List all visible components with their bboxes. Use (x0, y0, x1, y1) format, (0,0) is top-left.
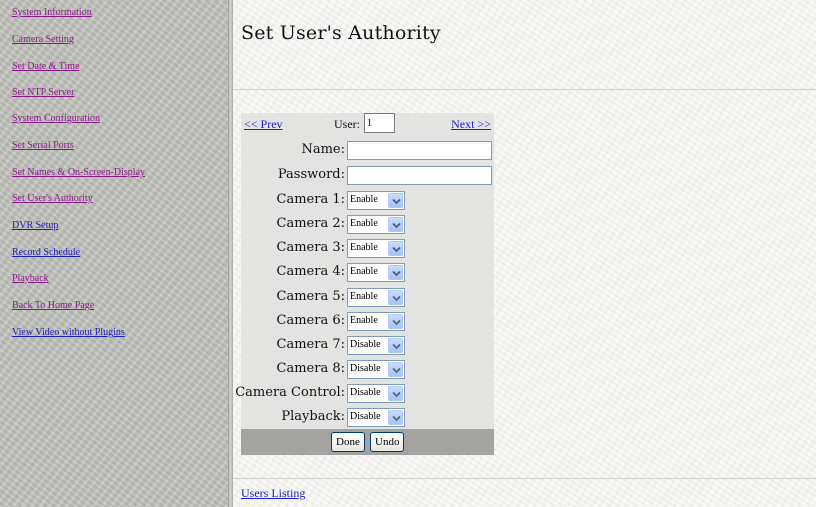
permission-label: Camera 8: (276, 361, 345, 376)
permission-select-value: Enable (350, 218, 378, 229)
sidebar-item-set-date-time[interactable]: Set Date & Time (12, 61, 80, 72)
permission-label: Camera 7: (276, 337, 345, 352)
page-title: Set User's Authority (241, 22, 441, 44)
permission-select-value: Enable (350, 315, 378, 326)
prev-user-link[interactable]: << Prev (244, 117, 283, 132)
permission-label: Camera 6: (276, 313, 345, 328)
chevron-down-icon[interactable] (388, 410, 403, 425)
chevron-down-icon[interactable] (388, 314, 403, 329)
permission-select[interactable]: Disable (347, 336, 405, 355)
title-divider (233, 89, 816, 90)
permission-label: Camera 3: (276, 240, 345, 255)
permission-row: Camera 2: Enable (241, 212, 494, 235)
user-authority-form: << Prev User: Next >> Name: Password: Ca… (235, 113, 494, 455)
permission-select[interactable]: Enable (347, 288, 405, 307)
permission-select[interactable]: Disable (347, 384, 405, 403)
permission-row: Camera 4: Enable (241, 260, 494, 283)
chevron-down-icon[interactable] (388, 386, 403, 401)
permission-select-value: Disable (350, 339, 381, 350)
permission-select-value: Enable (350, 194, 378, 205)
permission-select[interactable]: Enable (347, 263, 405, 282)
main-content: Set User's Authority << Prev User: Next … (233, 0, 816, 507)
permission-row: Camera 3: Enable (241, 236, 494, 259)
sidebar-item-system-configuration[interactable]: System Configuration (12, 113, 100, 124)
permission-row: Camera 5: Enable (241, 285, 494, 308)
sidebar-item-view-video[interactable]: View Video without Plugins (12, 327, 125, 338)
permission-row: Camera 6: Enable (241, 309, 494, 332)
password-row: Password: (241, 163, 494, 186)
sidebar: System Information Camera Setting Set Da… (0, 0, 228, 507)
permission-select[interactable]: Disable (347, 360, 405, 379)
permission-row: Camera 7: Disable (241, 333, 494, 356)
sidebar-item-system-information[interactable]: System Information (12, 7, 92, 18)
permission-label: Playback: (281, 409, 345, 424)
sidebar-item-camera-setting[interactable]: Camera Setting (12, 34, 74, 45)
next-user-link[interactable]: Next >> (451, 117, 491, 132)
users-listing-link[interactable]: Users Listing (241, 486, 305, 501)
sidebar-item-set-ntp-server[interactable]: Set NTP Server (12, 87, 74, 98)
permission-row: Camera 1: Enable (241, 188, 494, 211)
password-label: Password: (277, 167, 345, 182)
chevron-down-icon[interactable] (388, 241, 403, 256)
button-bar: Done Undo (241, 429, 494, 455)
permission-select[interactable]: Enable (347, 312, 405, 331)
permission-select[interactable]: Enable (347, 239, 405, 258)
sidebar-item-set-names-osd[interactable]: Set Names & On-Screen-Display (12, 167, 145, 178)
permission-row: Camera 8: Disable (241, 357, 494, 380)
sidebar-item-set-users-authority[interactable]: Set User's Authority (12, 193, 93, 204)
name-field[interactable] (347, 141, 492, 160)
password-field[interactable] (347, 166, 492, 185)
chevron-down-icon[interactable] (388, 193, 403, 208)
sidebar-item-dvr-setup[interactable]: DVR Setup (12, 220, 58, 231)
permission-row: Playback: Disable (241, 405, 494, 428)
permission-label: Camera 4: (276, 264, 345, 279)
permission-label: Camera Control: (235, 385, 345, 400)
permission-label: Camera 1: (276, 192, 345, 207)
permission-select[interactable]: Disable (347, 408, 405, 427)
chevron-down-icon[interactable] (388, 265, 403, 280)
permission-select[interactable]: Enable (347, 191, 405, 210)
permission-row: Camera Control: Disable (235, 381, 494, 404)
permission-select-value: Disable (350, 411, 381, 422)
permission-select-value: Disable (350, 387, 381, 398)
sidebar-item-set-serial-ports[interactable]: Set Serial Ports (12, 140, 74, 151)
permission-select[interactable]: Enable (347, 215, 405, 234)
permission-select-value: Enable (350, 242, 378, 253)
undo-button[interactable]: Undo (370, 432, 405, 452)
footer-divider (233, 478, 816, 479)
user-number-input[interactable] (364, 113, 395, 133)
chevron-down-icon[interactable] (388, 362, 403, 377)
chevron-down-icon[interactable] (388, 338, 403, 353)
permission-select-value: Enable (350, 266, 378, 277)
name-row: Name: (241, 138, 494, 161)
permission-select-value: Enable (350, 291, 378, 302)
sidebar-item-playback[interactable]: Playback (12, 273, 49, 284)
name-label: Name: (301, 142, 345, 157)
sidebar-item-back-to-home[interactable]: Back To Home Page (12, 300, 94, 311)
done-button[interactable]: Done (331, 432, 365, 452)
permission-label: Camera 2: (276, 216, 345, 231)
chevron-down-icon[interactable] (388, 290, 403, 305)
sidebar-item-record-schedule[interactable]: Record Schedule (12, 247, 80, 258)
chevron-down-icon[interactable] (388, 217, 403, 232)
permission-label: Camera 5: (276, 289, 345, 304)
user-label: User: (334, 117, 360, 131)
permission-select-value: Disable (350, 363, 381, 374)
